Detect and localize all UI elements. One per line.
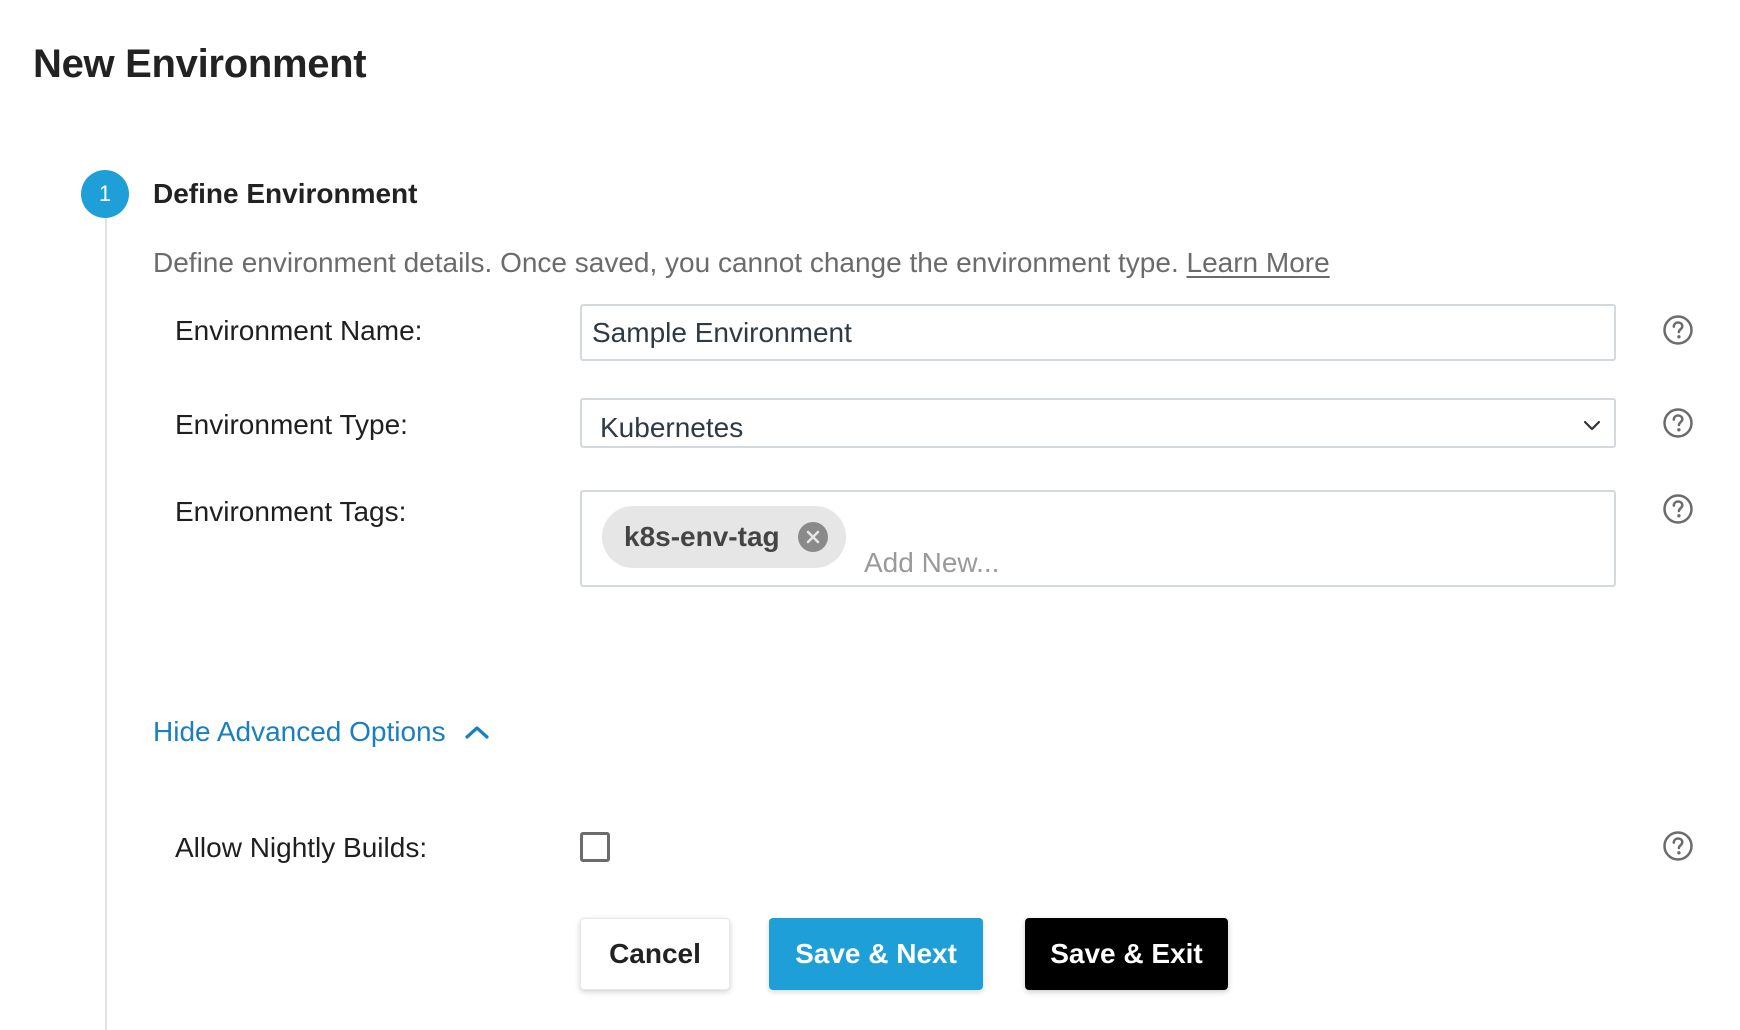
environment-tags-field[interactable]: k8s-env-tag bbox=[580, 490, 1740, 609]
allow-nightly-builds-checkbox[interactable] bbox=[580, 832, 610, 862]
save-exit-button[interactable]: Save & Exit bbox=[1025, 918, 1228, 990]
tag-chip: k8s-env-tag bbox=[602, 506, 846, 568]
tag-chip-label: k8s-env-tag bbox=[624, 521, 780, 552]
help-icon[interactable] bbox=[1662, 314, 1694, 346]
learn-more-link[interactable]: Learn More bbox=[1187, 247, 1330, 278]
save-next-button[interactable]: Save & Next bbox=[769, 918, 983, 990]
environment-tags-label: Environment Tags: bbox=[175, 496, 407, 527]
step-number-badge: 1 bbox=[81, 170, 129, 218]
step-description-text: Define environment details. Once saved, … bbox=[153, 247, 1179, 278]
step-connector-line bbox=[105, 210, 107, 1030]
environment-name-input[interactable] bbox=[582, 306, 1614, 359]
advanced-toggle-label: Hide Advanced Options bbox=[153, 716, 446, 747]
environment-name-label: Environment Name: bbox=[175, 315, 423, 346]
help-icon[interactable] bbox=[1662, 830, 1694, 862]
environment-name-field[interactable] bbox=[580, 304, 1616, 361]
chevron-up-icon bbox=[465, 726, 489, 739]
environment-type-label: Environment Type: bbox=[175, 409, 408, 440]
environment-type-select[interactable]: Kubernetes bbox=[580, 398, 1616, 448]
environment-type-value: Kubernetes bbox=[600, 412, 744, 443]
help-icon[interactable] bbox=[1662, 493, 1694, 525]
close-circle-icon[interactable] bbox=[797, 522, 828, 552]
hide-advanced-options-toggle[interactable]: Hide Advanced Options bbox=[153, 716, 490, 748]
add-tag-input[interactable] bbox=[854, 516, 1740, 609]
step-title: Define Environment bbox=[153, 178, 418, 209]
page-title: New Environment bbox=[33, 42, 367, 86]
help-icon[interactable] bbox=[1662, 407, 1694, 439]
allow-nightly-builds-label: Allow Nightly Builds: bbox=[175, 832, 428, 863]
chevron-down-icon bbox=[1583, 420, 1601, 431]
step-description: Define environment details. Once saved, … bbox=[153, 247, 1330, 279]
cancel-button[interactable]: Cancel bbox=[580, 918, 730, 990]
close-icon bbox=[806, 530, 819, 544]
